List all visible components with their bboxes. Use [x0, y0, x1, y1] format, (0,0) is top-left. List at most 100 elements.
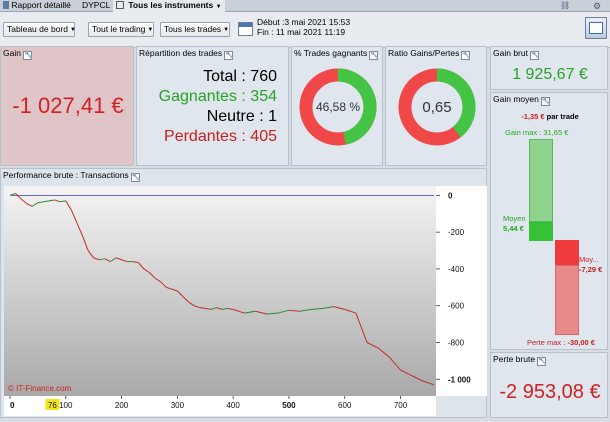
- wrench-icon[interactable]: 🔧: [537, 357, 547, 366]
- ratio-title: Ratio Gains/Pertes 🔧: [386, 47, 471, 60]
- wrench-icon[interactable]: 🔧: [369, 51, 379, 60]
- total-label: Total :: [203, 68, 246, 85]
- gain-avg-bar: [529, 222, 553, 241]
- gross-loss-title: Perte brute 🔧: [491, 353, 547, 366]
- date-range: Début :3 mai 2021 15:53 Fin : 11 mai 202…: [257, 17, 350, 37]
- gross-loss-value: -2 953,08 €: [499, 381, 601, 403]
- gain-title-label: Gain: [3, 48, 21, 58]
- chart-icon: [116, 1, 124, 9]
- neutral-label: Neutre :: [206, 108, 264, 125]
- distribution-title: Répartition des trades 🔧: [137, 47, 234, 60]
- trade-distribution-panel: Répartition des trades 🔧 Total : 760 Gagn…: [136, 46, 289, 166]
- x-tick-label: 700: [394, 401, 408, 410]
- gross-gain-title-label: Gain brut: [493, 48, 528, 58]
- wrench-icon[interactable]: 🔧: [540, 97, 551, 106]
- win-pct-value: 46,58 %: [316, 100, 360, 114]
- tab-symbol[interactable]: DYPCL: [79, 0, 113, 12]
- per-trade-line: -1,35 € par trade: [491, 112, 609, 121]
- report-icon: [3, 1, 9, 9]
- winners-value: 354: [250, 88, 277, 105]
- loss-avg-value: -7,29 €: [579, 265, 603, 274]
- loss-avg-labels: Moy... -7,29 €: [579, 255, 602, 275]
- trades-dropdown[interactable]: Tous les trades ▼: [160, 22, 230, 37]
- avg-gain-title-label: Gain moyen: [493, 94, 539, 104]
- report-icon-tab[interactable]: Rapport détaillé: [0, 0, 74, 12]
- performance-panel: Performance brute : Transactions 🔧 0 -200 -…: [0, 168, 487, 418]
- chevron-down-icon: ▼: [223, 27, 230, 33]
- export-report-icon[interactable]: [585, 17, 607, 39]
- total-value: 760: [250, 68, 277, 85]
- dashboard-dropdown-label: Tableau de bord: [7, 24, 68, 34]
- wrench-icon[interactable]: 🔧: [461, 51, 471, 60]
- y-tick-label: -600: [448, 302, 465, 311]
- link-icon[interactable]: ⛓: [560, 1, 580, 10]
- win-pct-donut: 46,58 %: [299, 68, 377, 146]
- winners-label: Gagnantes :: [158, 88, 246, 105]
- x-tick-label: 100: [59, 401, 73, 410]
- ratio-donut: 0,65: [398, 68, 476, 146]
- losers-row: Perdantes : 405: [137, 127, 277, 147]
- trading-dropdown[interactable]: Tout le trading ▼: [88, 22, 154, 37]
- gross-gain-panel: Gain brut 🔧 1 925,67 €: [490, 46, 608, 90]
- loss-avg-label: Moy...: [579, 255, 599, 264]
- gain-max-bar: [529, 139, 553, 222]
- win-percentage-panel: % Trades gagnants 🔧 46,58 %: [291, 46, 383, 166]
- y-tick-label: -200: [448, 228, 465, 237]
- plot-area: [4, 186, 436, 396]
- x-tick-label: 400: [226, 401, 240, 410]
- loss-avg-bar: [555, 240, 579, 265]
- wrench-icon[interactable]: 🔧: [22, 51, 33, 60]
- end-value: 11 mai 2021 11:19: [275, 27, 346, 37]
- trades-dropdown-label: Tous les trades: [164, 24, 222, 34]
- gain-max-label: Gain max :: [505, 128, 542, 137]
- losers-label: Perdantes :: [164, 128, 246, 145]
- gain-max-value: 31,65 €: [543, 128, 569, 137]
- tab-instruments-label: Tous les instruments: [128, 0, 214, 10]
- x-tick-label: 300: [171, 401, 185, 410]
- win-pct-title: % Trades gagnants 🔧: [292, 47, 379, 60]
- x-tick-label: 500: [282, 401, 296, 410]
- gross-loss-panel: Perte brute 🔧 -2 953,08 €: [490, 352, 608, 418]
- y-tick-label: -800: [448, 339, 465, 348]
- avg-gain-labels: Moyen 5,44 €: [503, 214, 526, 234]
- per-trade-value: -1,35 €: [521, 112, 545, 121]
- y-tick-label: -400: [448, 265, 465, 274]
- wrench-icon[interactable]: 🔧: [224, 51, 234, 60]
- watermark-text: © IT-Finance.com: [8, 384, 72, 393]
- start-label: Début :: [257, 17, 285, 27]
- y-axis-area: [436, 186, 487, 396]
- total-row: Total : 760: [137, 67, 277, 87]
- wrench-icon[interactable]: 🔧: [130, 173, 140, 182]
- avg-gain-title: Gain moyen 🔧: [491, 93, 551, 106]
- tab-report-label: Rapport détaillé: [11, 0, 71, 10]
- gain-panel: Gain 🔧 -1 027,41 €: [0, 46, 134, 166]
- avg-value: 5,44 €: [503, 224, 524, 233]
- loss-max-label: Perte max :: [527, 338, 566, 347]
- tab-instruments[interactable]: Tous les instruments ▼: [113, 0, 225, 12]
- settings-gear-icon[interactable]: ⚙: [593, 1, 605, 11]
- dashboard-dropdown[interactable]: Tableau de bord ▼: [3, 22, 76, 37]
- end-label: Fin :: [257, 27, 274, 37]
- ratio-title-label: Ratio Gains/Pertes: [388, 48, 460, 58]
- loss-max-bar: [555, 265, 579, 335]
- x-tick-label: 0: [10, 401, 15, 410]
- cursor-marker-label: 76: [48, 401, 57, 410]
- avg-label: Moyen: [503, 214, 526, 223]
- gross-loss-title-label: Perte brute: [493, 354, 536, 364]
- performance-title-label: Performance brute : Transactions: [3, 170, 129, 180]
- performance-title: Performance brute : Transactions 🔧: [1, 169, 140, 182]
- distribution-lines: Total : 760 Gagnantes : 354 Neutre : 1 P…: [137, 67, 277, 147]
- performance-chart: 0 -200 -400 -600 -800 -1 000 0 100 200 300 400 500 6…: [4, 186, 487, 416]
- calendar-icon[interactable]: [238, 22, 253, 36]
- loss-max-value: -30,00 €: [567, 338, 595, 347]
- distribution-title-label: Répartition des trades: [139, 48, 223, 58]
- neutral-row: Neutre : 1: [137, 107, 277, 127]
- x-tick-label: 600: [338, 401, 352, 410]
- start-value: 3 mai 2021 15:53: [284, 17, 351, 27]
- per-trade-label: par trade: [546, 112, 579, 121]
- chevron-down-icon: ▼: [69, 27, 76, 33]
- gain-value: -1 027,41 €: [12, 93, 124, 118]
- wrench-icon[interactable]: 🔧: [529, 51, 540, 60]
- x-tick-label: 200: [115, 401, 129, 410]
- gross-gain-value: 1 925,67 €: [512, 66, 588, 83]
